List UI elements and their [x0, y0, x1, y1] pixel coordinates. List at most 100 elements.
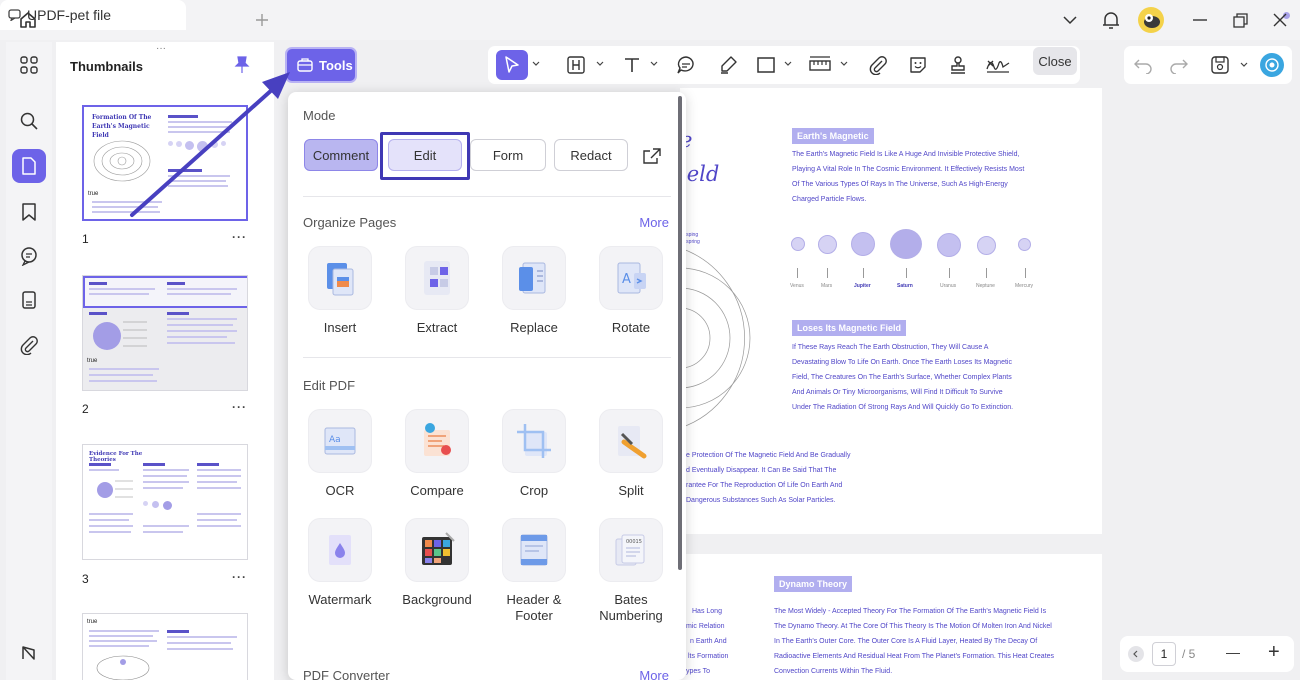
- text-box-tool[interactable]: [562, 50, 590, 80]
- extract-tool[interactable]: Extract: [391, 246, 483, 336]
- minimize-icon[interactable]: [1188, 10, 1212, 30]
- history-save-group: [1124, 46, 1292, 84]
- bates-numbering-tool[interactable]: 00015 Bates Numbering: [585, 518, 677, 624]
- paperclip-icon[interactable]: [12, 328, 46, 362]
- split-tool[interactable]: Split: [585, 409, 677, 499]
- layers-icon[interactable]: [12, 636, 46, 670]
- thumbnail-page-2[interactable]: true: [82, 275, 248, 391]
- search-icon[interactable]: [12, 104, 46, 138]
- chevron-down-icon[interactable]: [784, 60, 792, 68]
- shape-tool[interactable]: [752, 50, 780, 80]
- compare-tool[interactable]: Compare: [391, 409, 483, 499]
- stamp-tool[interactable]: [944, 50, 972, 80]
- planet-label: Uranus: [940, 283, 957, 289]
- mode-redact-button[interactable]: Redact: [554, 139, 628, 171]
- rotate-label: Rotate: [611, 320, 651, 335]
- sticker-tool[interactable]: [904, 50, 932, 80]
- signature-tool[interactable]: [982, 50, 1014, 80]
- document-page-1: e ield Earth's Magnetic The Earth's Magn…: [680, 88, 1102, 534]
- highlighter-tool[interactable]: [714, 50, 742, 80]
- chevron-down-icon[interactable]: [1240, 61, 1248, 69]
- ai-assistant-icon[interactable]: [1260, 53, 1284, 77]
- thumbnail-more-menu[interactable]: ···: [232, 570, 247, 584]
- document-viewer[interactable]: e ield Earth's Magnetic The Earth's Magn…: [680, 88, 1116, 680]
- ocr-label: OCR: [325, 483, 355, 498]
- doc-line: ypes To: [686, 668, 710, 675]
- chevron-down-icon[interactable]: [650, 60, 658, 68]
- undo-icon[interactable]: [1134, 56, 1152, 74]
- comment-tool[interactable]: [672, 50, 700, 80]
- doc-line: If These Rays Reach The Earth Obstructio…: [792, 344, 989, 351]
- close-window-icon[interactable]: [1268, 10, 1292, 30]
- document-page-2: Dynamo Theory Has Long mic Relation n Ea…: [680, 554, 1102, 680]
- notification-bell-icon[interactable]: [1100, 8, 1122, 32]
- insert-tool[interactable]: Insert: [294, 246, 386, 336]
- doc-line: mic Relation: [686, 623, 725, 630]
- watermark-tool[interactable]: Watermark: [294, 518, 386, 608]
- select-cursor-tool[interactable]: [496, 50, 528, 80]
- zoom-in-button[interactable]: +: [1268, 641, 1280, 663]
- doc-line: Charged Particle Flows.: [792, 196, 867, 203]
- ocr-tool[interactable]: Aa OCR: [294, 409, 386, 499]
- doc-line: n Earth And: [690, 638, 727, 645]
- home-icon[interactable]: [16, 8, 40, 32]
- tools-button[interactable]: Tools: [285, 47, 357, 83]
- rotate-tool[interactable]: A Rotate: [585, 246, 677, 336]
- restore-icon[interactable]: [1228, 10, 1252, 30]
- header-footer-icon: [502, 518, 566, 582]
- attach-file-tool[interactable]: [864, 50, 892, 80]
- bookmark-icon[interactable]: [12, 195, 46, 229]
- header-footer-tool[interactable]: Header & Footer: [488, 518, 580, 624]
- chevron-down-icon[interactable]: [532, 60, 540, 68]
- ocr-icon: Aa: [308, 409, 372, 473]
- text-tool[interactable]: [618, 50, 646, 80]
- thumbnail-page-4[interactable]: true: [82, 613, 248, 680]
- doc-line: d Eventually Disappear. It Can Be Said T…: [686, 467, 837, 474]
- left-nav-rail: [6, 42, 52, 680]
- organize-more-link[interactable]: More: [639, 215, 669, 230]
- open-external-icon[interactable]: [642, 147, 662, 165]
- edit-pdf-section-title: Edit PDF: [303, 378, 356, 393]
- apps-grid-icon[interactable]: [12, 48, 46, 82]
- comments-icon[interactable]: [12, 239, 46, 273]
- mode-comment-button[interactable]: Comment: [304, 139, 378, 171]
- thumbnails-pages-icon[interactable]: [12, 149, 46, 183]
- planet-venus: [791, 237, 805, 251]
- mode-form-button[interactable]: Form: [470, 139, 546, 171]
- save-icon[interactable]: [1210, 55, 1230, 75]
- thumbnail-page-number: 2: [82, 402, 89, 416]
- rotate-pages-icon: A: [599, 246, 663, 310]
- user-avatar[interactable]: [1138, 7, 1164, 33]
- new-tab-plus-icon[interactable]: [252, 10, 272, 30]
- measure-tool[interactable]: [806, 50, 834, 80]
- popup-scrollbar[interactable]: [678, 96, 682, 570]
- chevron-down-icon[interactable]: [596, 60, 604, 68]
- crop-tool[interactable]: Crop: [488, 409, 580, 499]
- redo-icon[interactable]: [1170, 56, 1188, 74]
- planet-label: Mercury: [1015, 283, 1034, 289]
- converter-more-link[interactable]: More: [639, 668, 669, 680]
- panel-drag-handle[interactable]: ···: [156, 43, 166, 54]
- right-panel: 1 / 5 — +: [1116, 88, 1300, 680]
- replace-pages-icon: [502, 246, 566, 310]
- thumbnail-page-1[interactable]: Formation Of The Earth's Magnetic Field …: [82, 105, 248, 221]
- zoom-out-button[interactable]: —: [1226, 644, 1240, 660]
- thumbnail-more-menu[interactable]: ···: [232, 400, 247, 414]
- thumbnail-more-menu[interactable]: ···: [232, 230, 247, 244]
- chevron-left-icon[interactable]: [1128, 646, 1144, 662]
- attachment-list-icon[interactable]: [12, 283, 46, 317]
- background-tool[interactable]: Background: [391, 518, 483, 608]
- chevron-down-icon[interactable]: [840, 60, 848, 68]
- doc-line: And Animals Or Tiny Microorganisms, Will…: [792, 389, 1003, 396]
- chevron-down-icon[interactable]: [1060, 10, 1080, 30]
- page-number-input[interactable]: 1: [1152, 642, 1176, 666]
- doc-line: lts Formation: [688, 653, 729, 660]
- pin-icon[interactable]: [234, 56, 250, 74]
- compare-label: Compare: [410, 483, 464, 498]
- close-button[interactable]: Close: [1033, 47, 1077, 75]
- text-box-icon: [566, 55, 586, 75]
- replace-tool[interactable]: Replace: [488, 246, 580, 336]
- insert-label: Insert: [323, 320, 357, 335]
- thumbnail-page-3[interactable]: Evidence For The Theories: [82, 444, 248, 560]
- doc-line: The Dynamo Theory. At The Core Of This T…: [774, 623, 1052, 630]
